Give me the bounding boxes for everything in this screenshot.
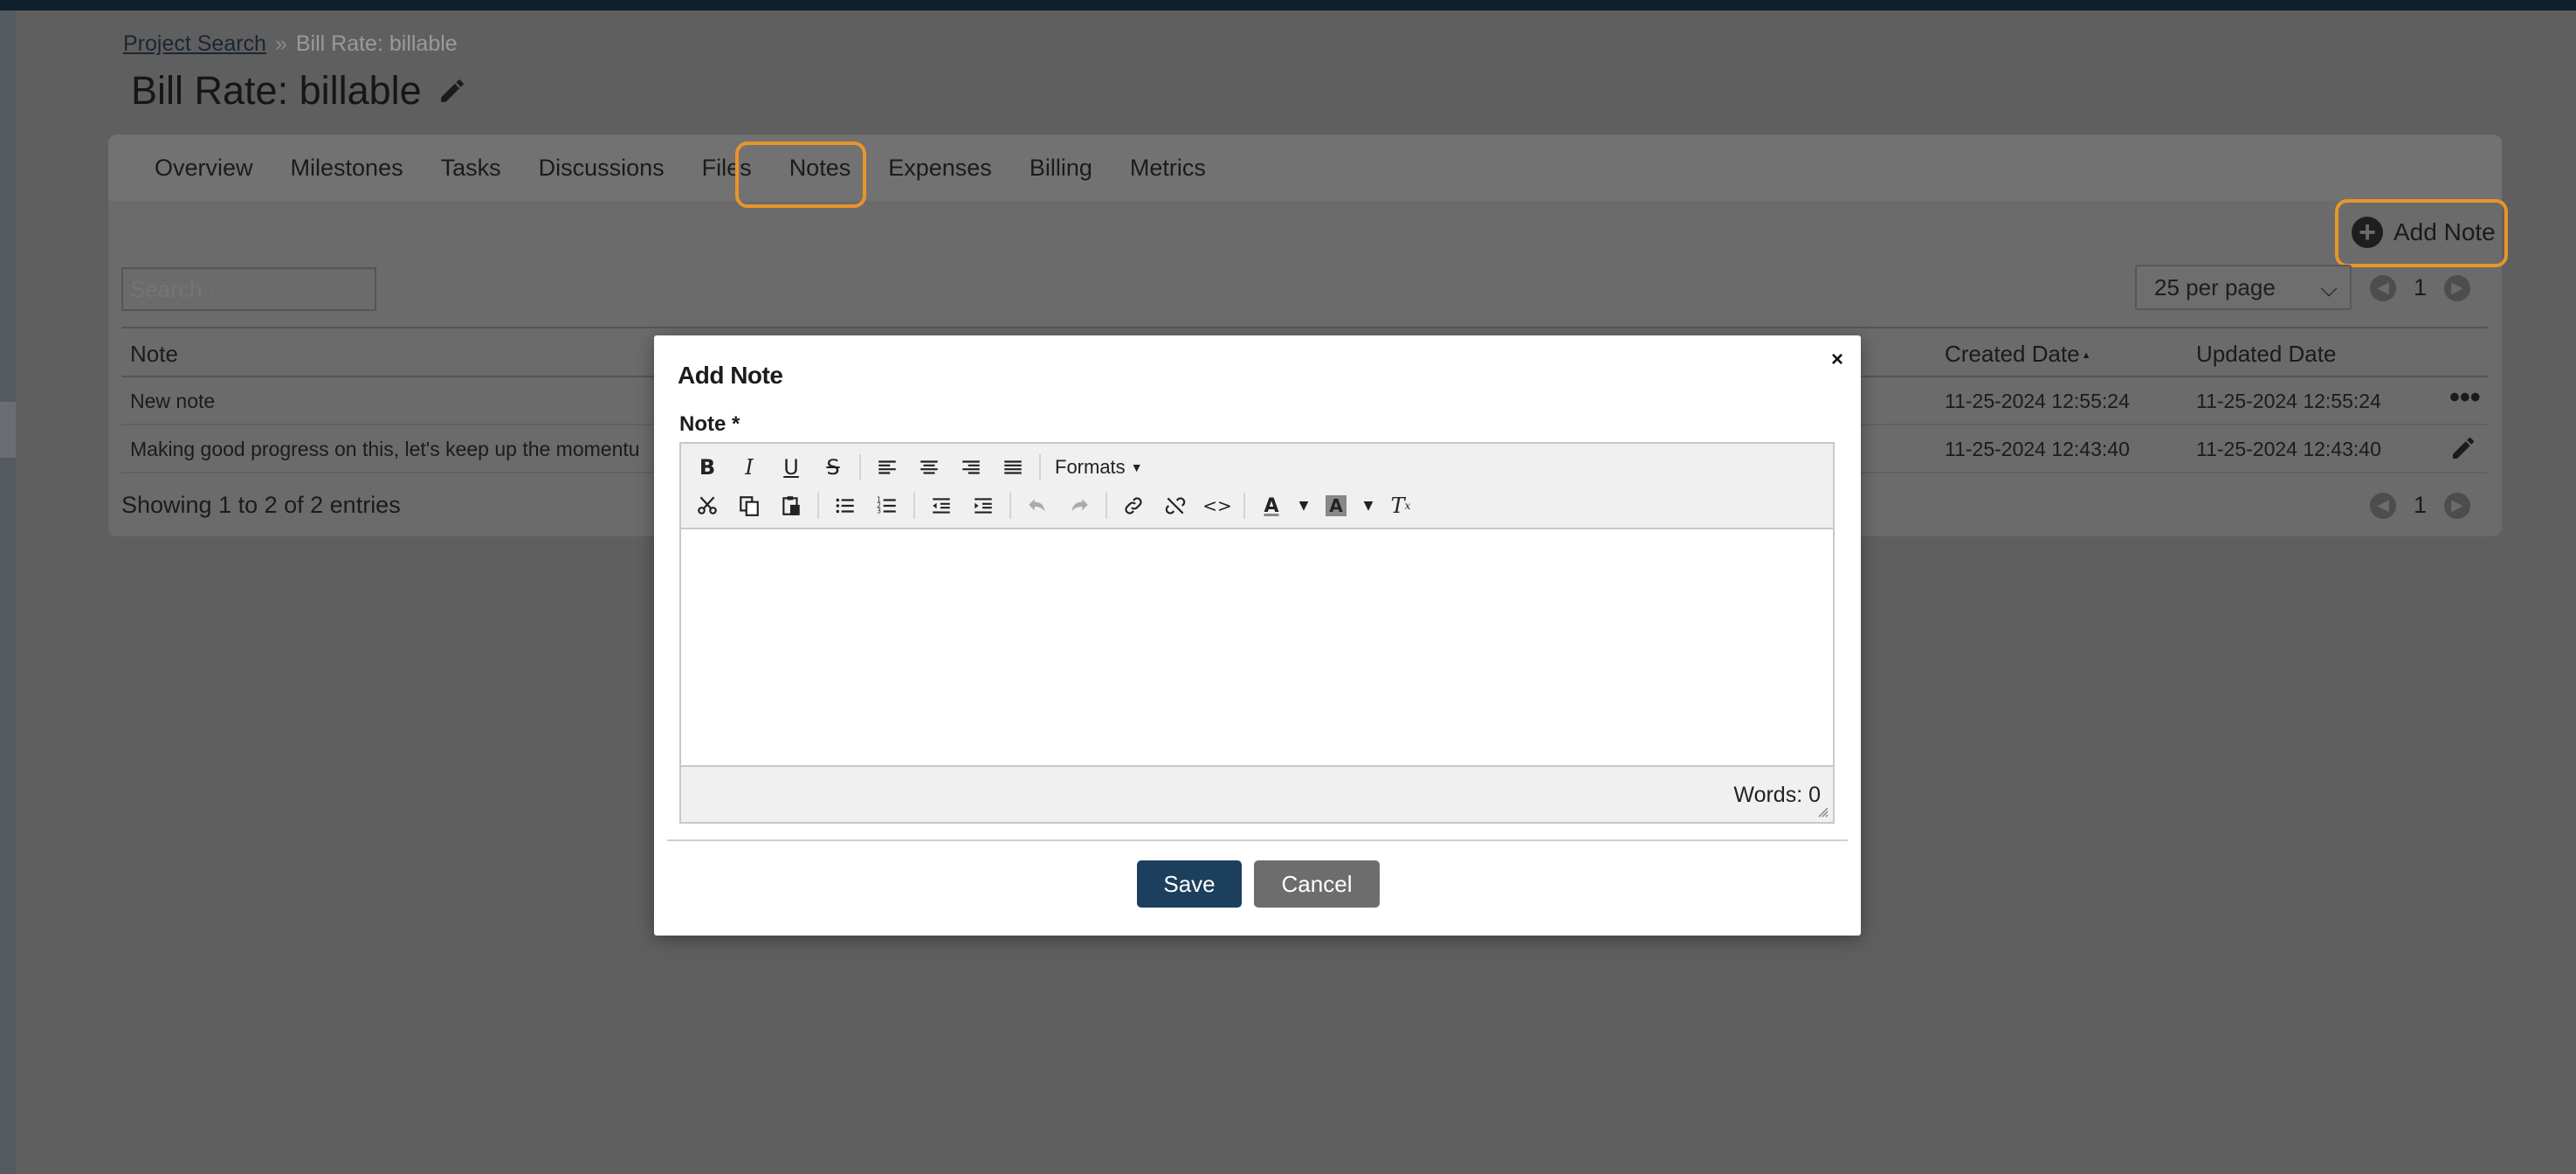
sort-asc-icon: ▲ [2081, 350, 2091, 362]
toolbar-separator [1009, 493, 1011, 519]
indent-icon[interactable] [962, 489, 1004, 522]
pencil-icon[interactable] [437, 76, 467, 106]
row-created: 11-25-2024 12:43:40 [1945, 438, 2130, 460]
strikethrough-icon[interactable]: S [812, 451, 854, 484]
word-count: Words: 0 [1733, 783, 1821, 807]
breadcrumb-link-project-search[interactable]: Project Search [123, 31, 266, 57]
editor-statusbar: Words: 0 [681, 765, 1833, 822]
tab-discussions[interactable]: Discussions [539, 155, 665, 182]
highlight-color-icon[interactable]: A [1315, 489, 1357, 522]
entries-summary: Showing 1 to 2 of 2 entries [121, 492, 401, 518]
row-note: New note [130, 390, 216, 412]
chevron-down-icon: ⌵ [2320, 275, 2338, 301]
col-created-label: Created Date [1945, 341, 2080, 367]
align-justify-icon[interactable] [992, 451, 1034, 484]
caret-down-icon: ▼ [1130, 460, 1143, 474]
modal-title: Add Note [678, 362, 783, 389]
top-bar [0, 0, 2576, 10]
underline-icon[interactable]: U [770, 451, 812, 484]
current-page: 1 [2414, 492, 2428, 518]
link-icon[interactable] [1112, 489, 1154, 522]
highlight-letter-icon: A [1326, 495, 1347, 516]
redo-icon[interactable] [1058, 489, 1100, 522]
next-page-icon[interactable]: ▶ [2444, 274, 2471, 301]
italic-icon[interactable]: I [728, 451, 770, 484]
search-input[interactable] [121, 267, 376, 311]
prev-page-icon[interactable]: ◀ [2370, 492, 2396, 519]
numbered-list-icon[interactable]: 123 [866, 489, 908, 522]
add-note-modal: Add Note × Note * B I U S Formats ▼ 1 2 … [654, 335, 1861, 936]
editor-toolbar: B I U S Formats ▼ 1 2 3 <> A ▼ A ▼ T x [681, 444, 1833, 529]
toolbar-separator [1243, 493, 1245, 519]
cut-icon[interactable] [686, 489, 728, 522]
paste-icon[interactable] [770, 489, 812, 522]
current-page: 1 [2414, 274, 2428, 300]
next-page-icon[interactable]: ▶ [2444, 492, 2471, 519]
tab-bar: Overview Milestones Tasks Discussions Fi… [108, 135, 2502, 201]
rich-text-editor: B I U S Formats ▼ 1 2 3 <> A ▼ A ▼ T x W… [679, 442, 1835, 824]
copy-icon[interactable] [728, 489, 770, 522]
code-icon[interactable]: <> [1196, 489, 1238, 522]
undo-icon[interactable] [1016, 489, 1058, 522]
close-icon[interactable]: × [1831, 348, 1843, 372]
caret-down-icon[interactable]: ▼ [1357, 489, 1380, 522]
breadcrumb-current: Bill Rate: billable [295, 31, 458, 56]
row-note: Making good progress on this, let's keep… [130, 438, 640, 460]
toolbar-row-1: B I U S Formats ▼ [686, 450, 1152, 485]
formats-label: Formats [1055, 456, 1126, 478]
add-note-highlight [2335, 199, 2508, 267]
left-rail-marker [0, 402, 16, 458]
page-title-row: Bill Rate: billable [131, 68, 467, 114]
notes-tab-highlight [735, 142, 866, 208]
col-note[interactable]: Note [130, 341, 178, 368]
tab-milestones[interactable]: Milestones [291, 155, 403, 182]
note-field-label: Note * [679, 412, 740, 436]
modal-divider [667, 839, 1848, 841]
breadcrumb: Project Search » Bill Rate: billable [123, 31, 458, 57]
align-right-icon[interactable] [950, 451, 992, 484]
svg-text:3: 3 [877, 508, 881, 515]
per-page-value: 25 per page [2154, 273, 2276, 300]
pencil-icon[interactable] [2449, 434, 2477, 469]
toolbar-separator [1105, 493, 1107, 519]
save-button[interactable]: Save [1137, 860, 1242, 908]
tab-metrics[interactable]: Metrics [1130, 155, 1206, 182]
toolbar-separator [913, 493, 915, 519]
col-created-date[interactable]: Created Date ▲ [1945, 341, 2091, 368]
toolbar-row-2: 123 <> A ▼ A ▼ Tx [686, 488, 1422, 523]
outdent-icon[interactable] [920, 489, 962, 522]
row-updated: 11-25-2024 12:55:24 [2196, 390, 2381, 412]
cancel-button[interactable]: Cancel [1254, 860, 1380, 908]
formats-dropdown[interactable]: Formats ▼ [1046, 456, 1152, 479]
more-icon[interactable]: ••• [2449, 381, 2481, 415]
unlink-icon[interactable] [1154, 489, 1196, 522]
tab-overview[interactable]: Overview [155, 155, 253, 182]
caret-down-icon[interactable]: ▼ [1292, 489, 1315, 522]
toolbar-separator [817, 493, 819, 519]
toolbar-separator [1039, 454, 1041, 480]
breadcrumb-separator: » [274, 31, 287, 56]
align-center-icon[interactable] [908, 451, 950, 484]
clear-formatting-icon[interactable]: Tx [1380, 489, 1422, 522]
row-updated: 11-25-2024 12:43:40 [2196, 438, 2381, 460]
pager-bottom: ◀ 1 ▶ [2370, 492, 2471, 519]
per-page-select[interactable]: 25 per page ⌵ [2135, 265, 2352, 310]
left-rail [0, 10, 16, 1174]
resize-grip-icon[interactable] [1815, 805, 1829, 818]
bullet-list-icon[interactable] [824, 489, 866, 522]
tab-tasks[interactable]: Tasks [441, 155, 501, 182]
pager-top: ◀ 1 ▶ [2370, 274, 2471, 301]
tab-billing[interactable]: Billing [1030, 155, 1092, 182]
toolbar-separator [859, 454, 861, 480]
row-created: 11-25-2024 12:55:24 [1945, 390, 2130, 412]
note-text-area[interactable] [681, 529, 1833, 767]
col-updated-date[interactable]: Updated Date [2196, 341, 2336, 368]
bold-icon[interactable]: B [686, 451, 728, 484]
page-title: Bill Rate: billable [131, 68, 422, 113]
text-color-icon[interactable]: A [1250, 489, 1292, 522]
tab-expenses[interactable]: Expenses [888, 155, 992, 182]
prev-page-icon[interactable]: ◀ [2370, 274, 2396, 301]
align-left-icon[interactable] [866, 451, 908, 484]
